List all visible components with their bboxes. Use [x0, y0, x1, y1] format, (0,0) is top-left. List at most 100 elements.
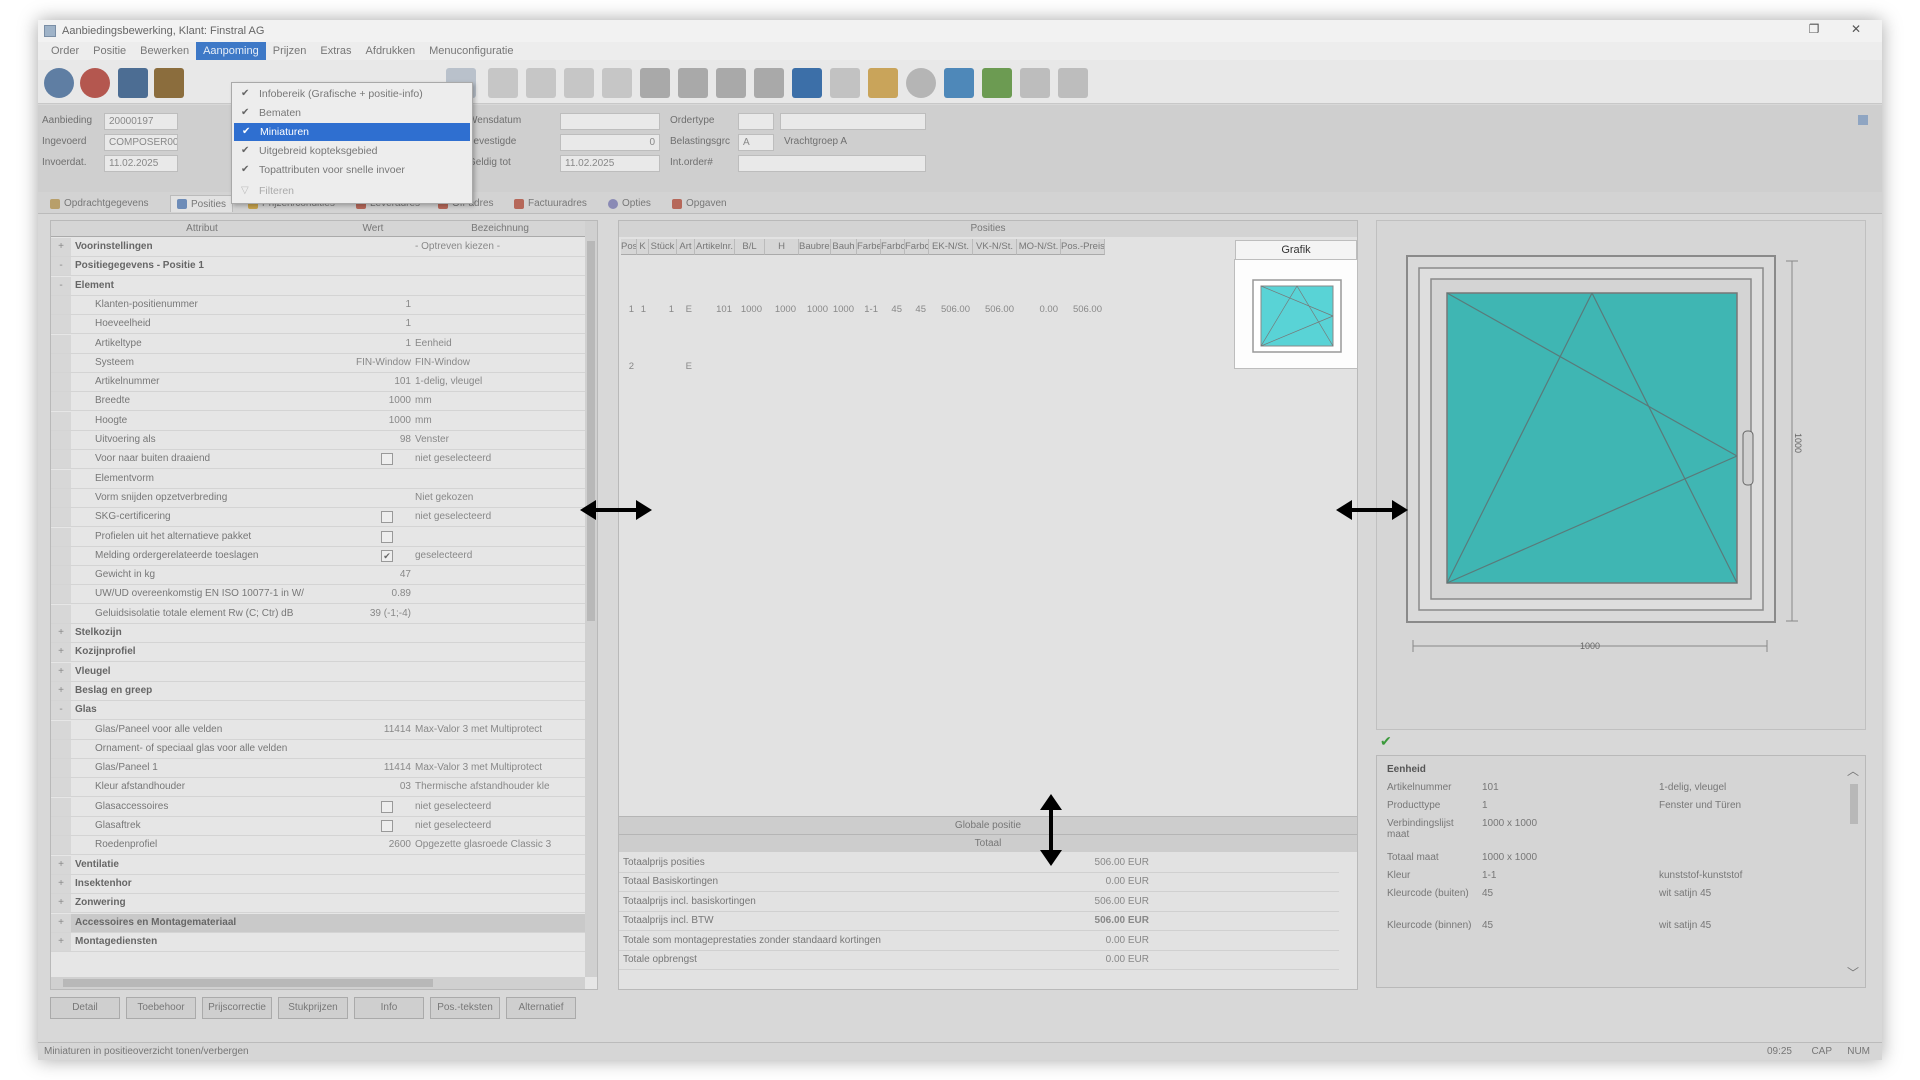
- column-header[interactable]: Farbe: [857, 239, 881, 255]
- wensdatum-field[interactable]: [560, 113, 660, 130]
- position-cell[interactable]: E: [677, 304, 692, 315]
- attribute-value[interactable]: 11414: [335, 762, 411, 773]
- prijscorrectie-button[interactable]: Prijscorrectie: [202, 997, 272, 1019]
- attribute-row[interactable]: Voor naar buiten draaiend niet geselectee…: [51, 450, 585, 470]
- alternatief-button[interactable]: Alternatief: [506, 997, 576, 1019]
- expand-toggle[interactable]: +: [51, 874, 71, 893]
- menu-item-infobereik[interactable]: ✔ Infobereik (Grafische + positie-info): [233, 85, 471, 103]
- menu-positie[interactable]: Positie: [86, 42, 133, 60]
- attribute-value[interactable]: 39 (-1;-4): [335, 608, 411, 619]
- menu-prijzen[interactable]: Prijzen: [266, 42, 314, 60]
- attribute-row[interactable]: Klanten-positienummer 1: [51, 295, 585, 315]
- copy-icon[interactable]: [830, 68, 860, 98]
- attribute-value[interactable]: 101: [335, 376, 411, 387]
- attribute-row[interactable]: Glasaccessoires niet geselecteerd: [51, 797, 585, 817]
- down-icon[interactable]: [716, 68, 746, 98]
- stukprijzen-button[interactable]: Stukprijzen: [278, 997, 348, 1019]
- last-icon[interactable]: [754, 68, 784, 98]
- attribute-row[interactable]: Systeem FIN-Window FIN-Window: [51, 353, 585, 373]
- attribute-row[interactable]: + Ventilatie: [51, 855, 585, 875]
- column-header[interactable]: Farbc: [905, 239, 929, 255]
- position-cell[interactable]: 506.00: [1061, 304, 1102, 315]
- invoerdat-field[interactable]: 11.02.2025: [104, 155, 178, 172]
- attribute-row[interactable]: Melding ordergerelateerde toeslagen ✔ gese…: [51, 546, 585, 566]
- info-icon[interactable]: [44, 68, 74, 98]
- attribute-row[interactable]: Glasaftrek niet geselecteerd: [51, 817, 585, 836]
- geldig-field[interactable]: 11.02.2025: [560, 155, 660, 172]
- attribute-row[interactable]: Artikelnummer 101 1-delig, vleugel: [51, 373, 585, 393]
- global-position-bar[interactable]: Globale positie: [619, 816, 1357, 834]
- first-icon[interactable]: [640, 68, 670, 98]
- attribute-row[interactable]: SKG-certificering niet geselecteerd: [51, 508, 585, 528]
- users-icon[interactable]: [154, 68, 184, 98]
- attribute-row[interactable]: - Glas: [51, 701, 585, 721]
- position-cell[interactable]: 1000: [735, 304, 762, 315]
- position-cell[interactable]: 506.00: [973, 304, 1014, 315]
- attribute-row[interactable]: UW/UD overeenkomstig EN ISO 10077-1 in W…: [51, 585, 585, 605]
- column-header[interactable]: Artikelnr.: [695, 239, 735, 255]
- position-cell[interactable]: E: [677, 361, 692, 372]
- position-cell[interactable]: 2: [621, 361, 634, 372]
- menu-order[interactable]: Order: [44, 42, 86, 60]
- position-cell[interactable]: 1000: [765, 304, 796, 315]
- expand-toggle[interactable]: +: [51, 681, 71, 700]
- menu-aanpoming[interactable]: Aanpoming: [196, 42, 266, 60]
- menu-item-bematen[interactable]: ✔ Bematen: [233, 104, 471, 122]
- toebehoor-button[interactable]: Toebehoor: [126, 997, 196, 1019]
- expand-toggle[interactable]: -: [51, 276, 71, 295]
- stop-icon[interactable]: [80, 68, 110, 98]
- diamond-icon[interactable]: [792, 68, 822, 98]
- tab-opgaven[interactable]: Opgaven: [672, 195, 727, 212]
- ordertype-field[interactable]: [738, 113, 774, 130]
- resize-vertical-icon[interactable]: [1038, 794, 1064, 866]
- menu-extras[interactable]: Extras: [313, 42, 358, 60]
- aanbieding-field[interactable]: 20000197: [104, 113, 178, 130]
- attribute-value[interactable]: 1000: [335, 415, 411, 426]
- attribute-row[interactable]: Ornament- of speciaal glas voor alle vel…: [51, 739, 585, 759]
- tab-opdrachtgegevens[interactable]: Opdrachtgegevens: [50, 195, 149, 212]
- attribute-row[interactable]: Vorm snijden opzetverbreding Niet gekozen: [51, 488, 585, 508]
- position-cell[interactable]: 1: [637, 304, 646, 315]
- refresh-icon[interactable]: [944, 68, 974, 98]
- check-doc-icon[interactable]: [868, 68, 898, 98]
- column-header[interactable]: MO-N/St.: [1017, 239, 1061, 255]
- attribute-value[interactable]: 03: [335, 781, 411, 792]
- column-header[interactable]: K: [637, 239, 649, 255]
- attribute-row[interactable]: Kleur afstandhouder 03 Thermische afstandh…: [51, 778, 585, 798]
- restore-button[interactable]: ❐: [1794, 22, 1834, 40]
- attribute-checkbox[interactable]: [381, 511, 393, 524]
- tree-icon[interactable]: [602, 68, 632, 98]
- column-header[interactable]: Art: [677, 239, 695, 255]
- chevron-up-icon[interactable]: ︿: [1847, 762, 1859, 779]
- column-header[interactable]: EK-N/St.: [929, 239, 973, 255]
- attribute-row[interactable]: + Kozijnprofiel: [51, 643, 585, 663]
- menu-item-miniaturen[interactable]: ✔ Miniaturen: [234, 123, 470, 141]
- attribute-row[interactable]: + Stelkozijn: [51, 624, 585, 643]
- pos-teksten-button[interactable]: Pos.-teksten: [430, 997, 500, 1019]
- attribute-value[interactable]: 47: [335, 569, 411, 580]
- total-bar[interactable]: Totaal: [619, 834, 1357, 852]
- col-attribut[interactable]: Attribut: [71, 223, 333, 234]
- expand-toggle[interactable]: +: [51, 913, 71, 932]
- attribute-checkbox[interactable]: [381, 800, 393, 813]
- position-cell[interactable]: 1-1: [857, 304, 878, 315]
- column-header[interactable]: Baubrei: [799, 239, 831, 255]
- tools-icon[interactable]: [1020, 68, 1050, 98]
- attribute-row[interactable]: Hoeveelheid 1: [51, 315, 585, 335]
- column-header[interactable]: H: [765, 239, 799, 255]
- position-cell[interactable]: 1: [649, 304, 674, 315]
- attribute-row[interactable]: - Positiegegevens - Positie 1: [51, 257, 585, 277]
- expand-toggle[interactable]: +: [51, 894, 71, 913]
- collapse-icon[interactable]: [1858, 115, 1868, 125]
- attribute-row[interactable]: Glas/Paneel 1 11414 Max-Valor 3 met Multip…: [51, 759, 585, 779]
- menu-menuconfiguratie[interactable]: Menuconfiguratie: [422, 42, 520, 60]
- position-cell[interactable]: 1000: [799, 304, 828, 315]
- info-scroll-thumb[interactable]: [1850, 784, 1858, 824]
- attribute-row[interactable]: Roedenprofiel 2600 Opgezette glasroede Cla…: [51, 836, 585, 856]
- column-header[interactable]: B/L: [735, 239, 765, 255]
- belasting-field[interactable]: A: [738, 134, 774, 151]
- attribute-value[interactable]: 1: [335, 318, 411, 329]
- attribute-row[interactable]: Elementvorm: [51, 469, 585, 489]
- attribute-row[interactable]: Breedte 1000 mm: [51, 392, 585, 412]
- col-bezeichnung[interactable]: Bezeichnung: [415, 223, 585, 234]
